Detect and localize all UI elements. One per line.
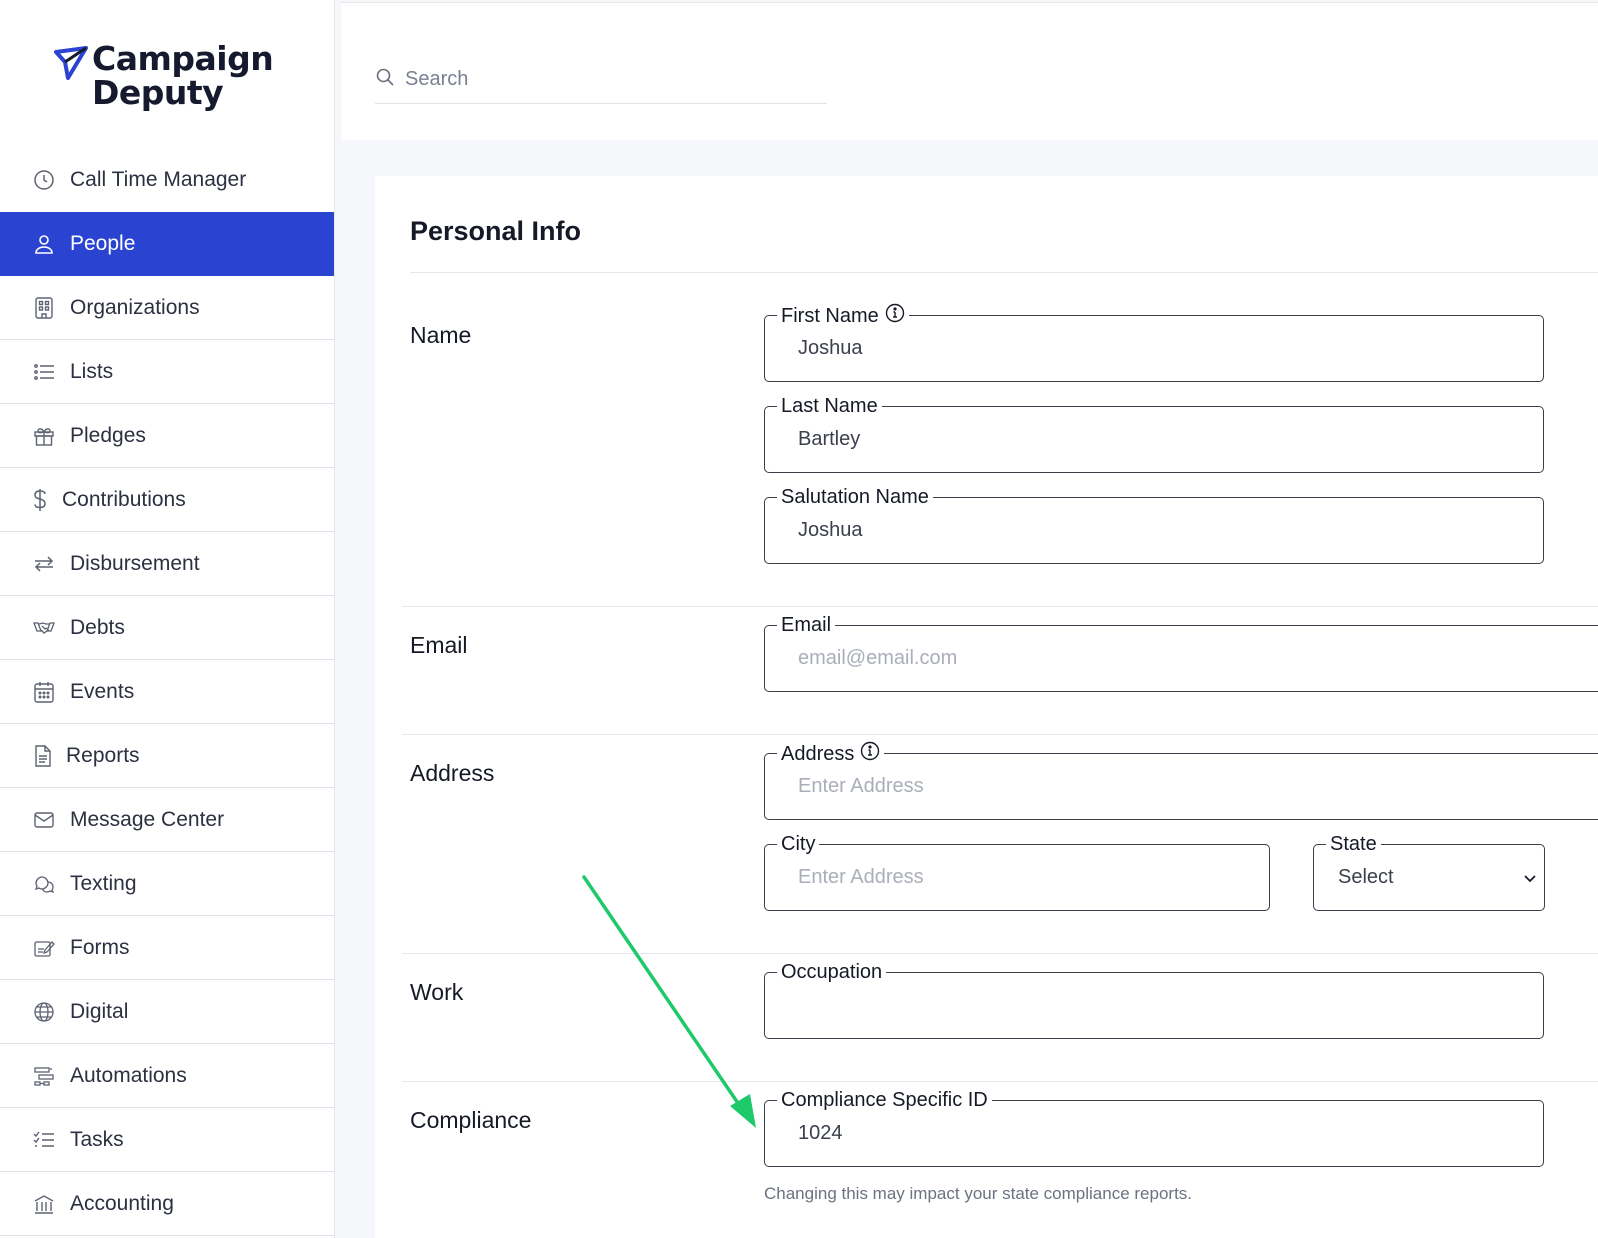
handshake-icon — [32, 616, 56, 640]
sidebar-item-label: Disbursement — [70, 551, 200, 575]
gift-icon — [32, 424, 56, 448]
globe-icon — [32, 1000, 56, 1024]
sidebar-item-label: Events — [70, 679, 135, 703]
address-field[interactable]: Address Enter Address — [764, 741, 1598, 820]
sidebar-item-message-center[interactable]: Message Center — [0, 788, 334, 852]
section-label-address: Address — [410, 760, 495, 786]
email-field[interactable]: Email email@email.com — [764, 613, 1598, 692]
sidebar-nav: Call Time Manager People Organizations L… — [0, 148, 334, 1236]
last-name-field[interactable]: Last Name Bartley — [764, 394, 1544, 473]
sidebar-item-call-time-manager[interactable]: Call Time Manager — [0, 148, 334, 212]
document-icon — [32, 744, 54, 768]
accounting-icon — [32, 1192, 56, 1216]
city-field[interactable]: City Enter Address — [764, 832, 1270, 911]
person-icon — [32, 232, 56, 256]
first-name-value: Joshua — [798, 337, 863, 359]
sidebar-item-contributions[interactable]: Contributions — [0, 468, 334, 532]
section-divider — [402, 606, 1598, 607]
compliance-id-value: 1024 — [798, 1122, 843, 1144]
transfer-arrows-icon — [32, 552, 56, 576]
sidebar-item-label: Lists — [70, 359, 114, 383]
sidebar-item-organizations[interactable]: Organizations — [0, 276, 334, 340]
title-divider — [410, 272, 1598, 273]
sidebar-item-digital[interactable]: Digital — [0, 980, 334, 1044]
section-divider — [402, 734, 1598, 735]
last-name-value: Bartley — [798, 428, 861, 450]
sidebar-item-label: Organizations — [70, 295, 200, 319]
checklist-icon — [32, 1128, 56, 1152]
sidebar-item-label: Reports — [66, 743, 140, 767]
logo-line-1: Campaign — [92, 39, 274, 78]
search-bar[interactable] — [375, 55, 827, 104]
occupation-field[interactable]: Occupation — [764, 960, 1544, 1039]
top-bar — [341, 2, 1598, 140]
search-icon — [375, 67, 395, 92]
dollar-icon — [32, 488, 48, 512]
automation-icon — [32, 1064, 56, 1088]
section-divider — [402, 1081, 1598, 1082]
compliance-warning-text: Changing this may impact your state comp… — [764, 1184, 1193, 1203]
sidebar-item-automations[interactable]: Automations — [0, 1044, 334, 1108]
sidebar-item-debts[interactable]: Debts — [0, 596, 334, 660]
sidebar-item-label: Debts — [70, 615, 125, 639]
sidebar-item-forms[interactable]: Forms — [0, 916, 334, 980]
sidebar-item-events[interactable]: Events — [0, 660, 334, 724]
logo-line-2: Deputy — [92, 73, 224, 112]
sidebar-item-texting[interactable]: Texting — [0, 852, 334, 916]
clock-icon — [32, 168, 56, 192]
section-label-name: Name — [410, 322, 472, 348]
state-selected-value: Select — [1338, 866, 1394, 888]
envelope-icon — [32, 808, 56, 832]
address-placeholder: Enter Address — [798, 775, 924, 797]
section-label-email: Email — [410, 632, 468, 658]
sidebar-item-label: Automations — [70, 1063, 187, 1087]
sidebar-item-pledges[interactable]: Pledges — [0, 404, 334, 468]
campaign-deputy-logo[interactable]: Campaign Deputy — [54, 39, 274, 122]
sidebar-item-label: Texting — [70, 871, 137, 895]
list-icon — [32, 360, 56, 384]
sidebar-item-label: Call Time Manager — [70, 168, 247, 191]
building-icon — [32, 296, 56, 320]
city-placeholder: Enter Address — [798, 866, 924, 888]
sidebar-item-label: Pledges — [70, 423, 146, 447]
sidebar-item-label: Accounting — [70, 1191, 174, 1215]
form-edit-icon — [32, 936, 56, 960]
chevron-down-icon — [1522, 845, 1538, 910]
sidebar-item-reports[interactable]: Reports — [0, 724, 334, 788]
chat-icon — [32, 872, 56, 896]
salutation-name-value: Joshua — [798, 519, 863, 541]
sidebar-item-tasks[interactable]: Tasks — [0, 1108, 334, 1172]
logo-mark-icon — [54, 46, 88, 80]
occupation-label: Occupation — [777, 960, 887, 984]
section-label-compliance: Compliance — [410, 1107, 532, 1133]
personal-info-card: Personal Info Name First Name Joshua Las… — [375, 176, 1598, 1238]
info-icon[interactable] — [885, 303, 905, 329]
section-divider — [402, 953, 1598, 954]
logo-text: Campaign Deputy — [92, 39, 274, 112]
card-title: Personal Info — [410, 216, 582, 246]
calendar-icon — [32, 680, 56, 704]
salutation-name-field[interactable]: Salutation Name Joshua — [764, 485, 1544, 564]
sidebar-item-label: People — [70, 231, 136, 255]
sidebar-item-label: Contributions — [62, 487, 186, 511]
sidebar: Campaign Deputy Call Time Manager People… — [0, 0, 335, 1238]
section-label-work: Work — [410, 979, 464, 1005]
search-input[interactable] — [403, 66, 807, 92]
first-name-field[interactable]: First Name Joshua — [764, 303, 1544, 382]
sidebar-item-accounting[interactable]: Accounting — [0, 1172, 334, 1236]
sidebar-item-disbursement[interactable]: Disbursement — [0, 532, 334, 596]
sidebar-item-label: Digital — [70, 999, 129, 1023]
compliance-id-field[interactable]: Compliance Specific ID 1024 — [764, 1088, 1544, 1167]
email-placeholder: email@email.com — [798, 647, 958, 669]
sidebar-item-label: Message Center — [70, 807, 225, 831]
sidebar-item-people[interactable]: People — [0, 212, 334, 276]
sidebar-item-lists[interactable]: Lists — [0, 340, 334, 404]
sidebar-item-label: Tasks — [70, 1127, 124, 1151]
state-select[interactable]: State Select — [1313, 832, 1545, 911]
sidebar-item-label: Forms — [70, 935, 130, 959]
